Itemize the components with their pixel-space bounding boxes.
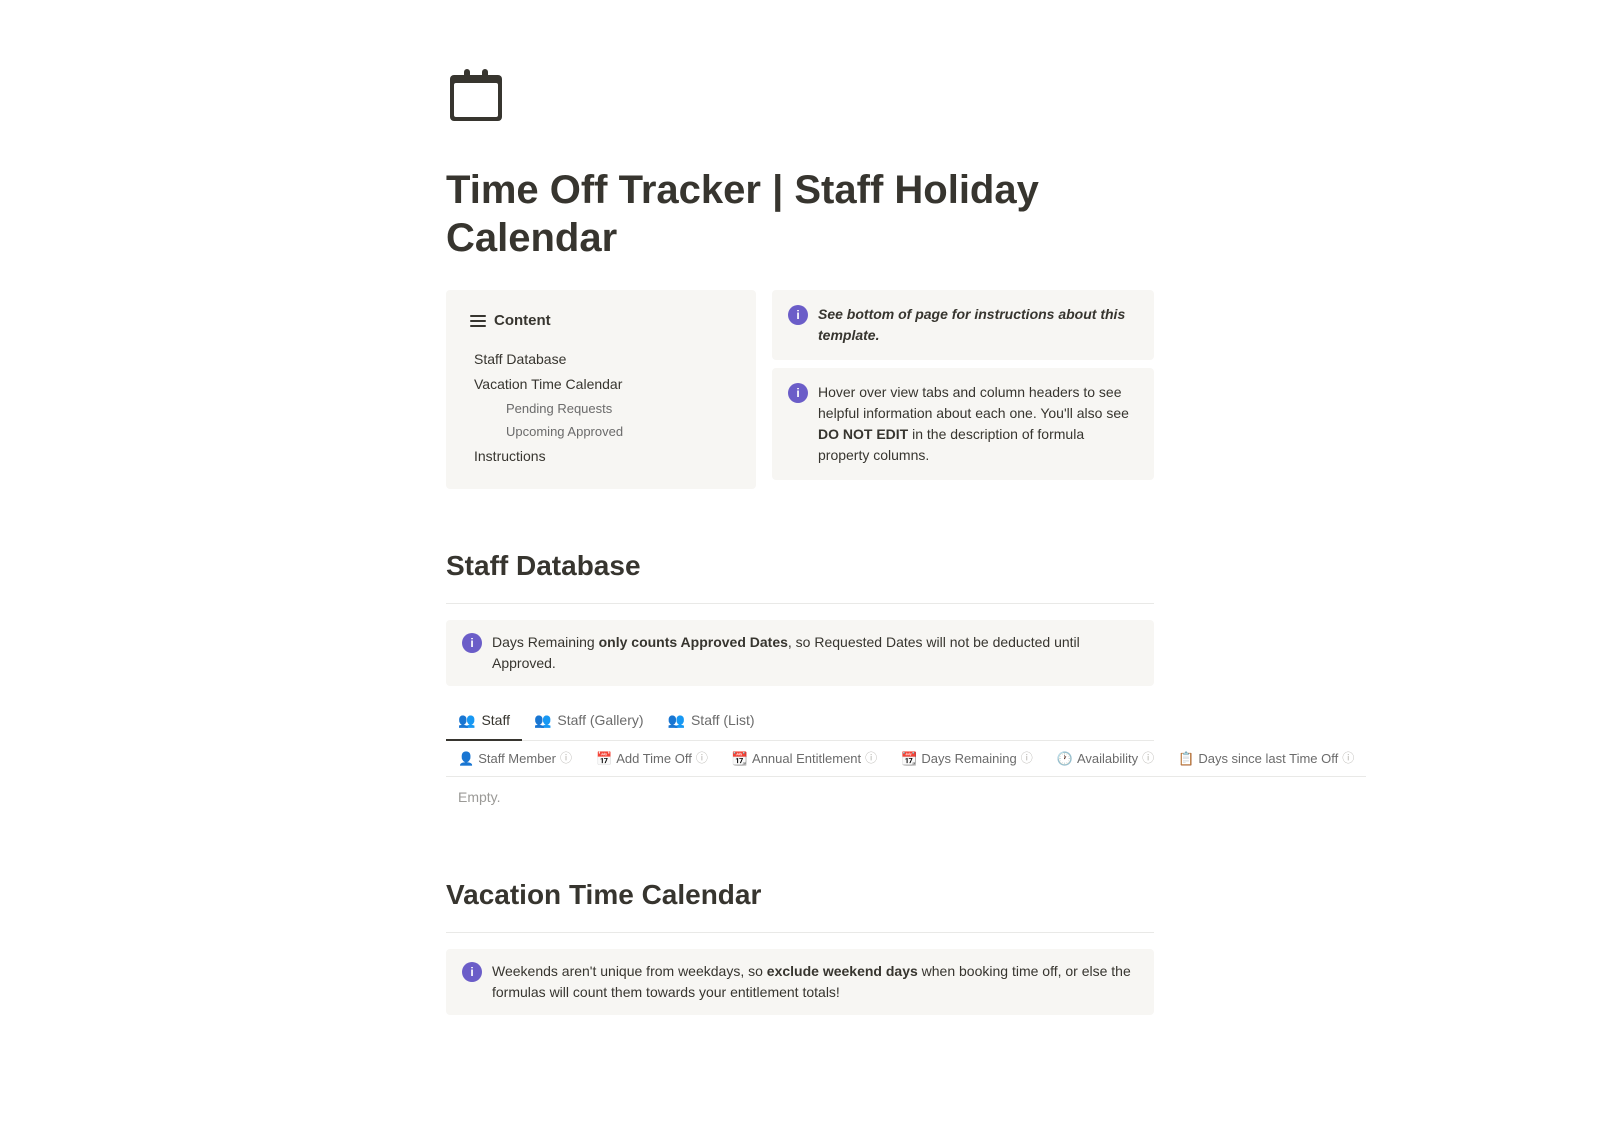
staff-tabs: 👥 Staff 👥 Staff (Gallery) 👥 Staff (List) (446, 702, 1154, 741)
staff-notice: i Days Remaining only counts Approved Da… (446, 620, 1154, 686)
staff-divider (446, 603, 1154, 604)
vacation-notice-text: Weekends aren't unique from weekdays, so… (492, 961, 1138, 1003)
col-staff-member: 👤 Staff Member ⓘ (446, 741, 584, 777)
staff-database-title: Staff Database (446, 537, 1154, 587)
toc-block: Content Staff Database Vacation Time Cal… (446, 290, 756, 489)
col-staff-member-icon: 👤 (458, 749, 474, 769)
tab-staff-gallery-label: Staff (Gallery) (557, 710, 643, 731)
col-annual-entitlement-label: Annual Entitlement (752, 749, 861, 769)
col-staff-member-label: Staff Member (478, 749, 556, 769)
empty-cell-4 (889, 777, 1045, 819)
vacation-notice: i Weekends aren't unique from weekdays, … (446, 949, 1154, 1015)
toc-items: Staff Database Vacation Time Calendar Pe… (470, 347, 732, 469)
tab-staff[interactable]: 👥 Staff (446, 702, 522, 741)
col-days-remaining-info[interactable]: ⓘ (1021, 749, 1033, 767)
empty-cell-6 (1166, 777, 1366, 819)
tab-staff-list[interactable]: 👥 Staff (List) (656, 702, 767, 741)
col-add-time-off-icon: 📅 (596, 749, 612, 769)
info-block-1: i See bottom of page for instructions ab… (772, 290, 1154, 360)
tab-staff-gallery[interactable]: 👥 Staff (Gallery) (522, 702, 656, 741)
empty-text: Empty. (446, 777, 584, 819)
col-days-since-icon: 📋 (1178, 749, 1194, 769)
col-days-remaining: 📆 Days Remaining ⓘ (889, 741, 1045, 777)
tab-staff-label: Staff (481, 710, 510, 731)
col-availability: 🕐 Availability ⓘ (1045, 741, 1166, 777)
page-title: Time Off Tracker | Staff Holiday Calenda… (446, 166, 1154, 262)
toc-header: Content (470, 310, 732, 333)
tab-staff-list-icon: 👥 (668, 710, 685, 731)
col-availability-icon: 🕐 (1057, 749, 1073, 769)
col-add-time-off-info[interactable]: ⓘ (696, 749, 708, 767)
toc-item-staff-database[interactable]: Staff Database (470, 347, 732, 372)
col-annual-entitlement-icon: 📆 (732, 749, 748, 769)
toc-item-instructions[interactable]: Instructions (470, 444, 732, 469)
col-days-since-info[interactable]: ⓘ (1342, 749, 1354, 767)
staff-database-section: Staff Database i Days Remaining only cou… (446, 537, 1154, 819)
info-text-1: See bottom of page for instructions abou… (818, 304, 1138, 346)
table-empty-row: Empty. (446, 777, 1366, 819)
toc-item-vacation-calendar[interactable]: Vacation Time Calendar (470, 372, 732, 397)
staff-table: 👤 Staff Member ⓘ 📅 Add Time Off ⓘ (446, 741, 1366, 819)
toc-item-pending-requests[interactable]: Pending Requests (470, 397, 732, 421)
staff-notice-text: Days Remaining only counts Approved Date… (492, 632, 1138, 674)
col-days-remaining-icon: 📆 (901, 749, 917, 769)
toc-title: Content (494, 310, 551, 333)
col-availability-label: Availability (1077, 749, 1138, 769)
col-add-time-off-label: Add Time Off (616, 749, 692, 769)
col-add-time-off: 📅 Add Time Off ⓘ (584, 741, 720, 777)
info-icon-2: i (788, 383, 808, 403)
page-icon (446, 60, 1154, 150)
vacation-divider (446, 932, 1154, 933)
info-column: i See bottom of page for instructions ab… (772, 290, 1154, 480)
staff-notice-icon: i (462, 633, 482, 653)
tab-staff-list-label: Staff (List) (691, 710, 755, 731)
info-icon-1: i (788, 305, 808, 325)
col-staff-member-info[interactable]: ⓘ (560, 749, 572, 767)
col-days-since: 📋 Days since last Time Off ⓘ (1166, 741, 1366, 777)
table-header-row: 👤 Staff Member ⓘ 📅 Add Time Off ⓘ (446, 741, 1366, 777)
empty-cell-2 (584, 777, 720, 819)
info-block-2: i Hover over view tabs and column header… (772, 368, 1154, 480)
tab-staff-gallery-icon: 👥 (534, 710, 551, 731)
info-text-2: Hover over view tabs and column headers … (818, 382, 1138, 466)
toc-item-upcoming-approved[interactable]: Upcoming Approved (470, 420, 732, 444)
col-days-remaining-label: Days Remaining (921, 749, 1016, 769)
col-annual-entitlement-info[interactable]: ⓘ (865, 749, 877, 767)
col-days-since-label: Days since last Time Off (1198, 749, 1338, 769)
hamburger-icon (470, 315, 486, 327)
toc-info-row: Content Staff Database Vacation Time Cal… (446, 290, 1154, 489)
vacation-notice-icon: i (462, 962, 482, 982)
vacation-calendar-section: Vacation Time Calendar i Weekends aren't… (446, 866, 1154, 1015)
vacation-calendar-title: Vacation Time Calendar (446, 866, 1154, 916)
empty-cell-5 (1045, 777, 1166, 819)
empty-cell-3 (720, 777, 889, 819)
tab-staff-icon: 👥 (458, 710, 475, 731)
col-annual-entitlement: 📆 Annual Entitlement ⓘ (720, 741, 889, 777)
col-availability-info[interactable]: ⓘ (1142, 749, 1154, 767)
